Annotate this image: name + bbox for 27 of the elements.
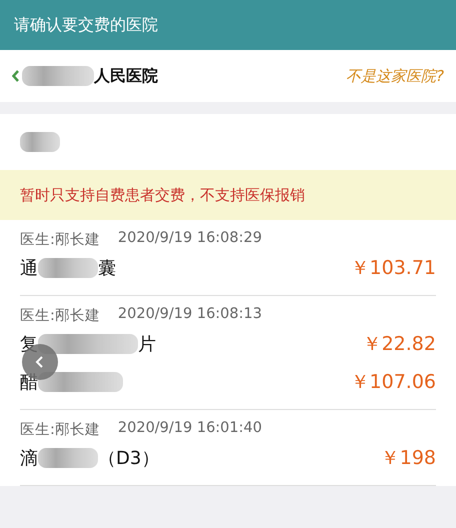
dialog-title: 请确认要交费的医院 [14,14,158,36]
doctor-name: 医生:邴长建 [20,231,100,249]
drug-name: 通 [20,257,38,280]
redaction-blur [22,66,94,86]
drug-name: （D3） [98,447,160,470]
drug-name: 片 [138,333,156,356]
prescription-time: 2020/9/19 16:08:29 [118,230,262,248]
drug-name: 醋 [20,371,38,394]
drug-name: 复 [20,333,38,356]
redaction-blur [38,448,98,468]
redaction-blur [20,132,60,152]
notice-text: 暂时只支持自费患者交费，不支持医保报销 [20,186,305,204]
hospital-name: 人民医院 [94,66,158,86]
drug-name: 囊 [98,257,116,280]
price: ￥107.06 [350,370,436,395]
price: ￥22.82 [362,332,436,357]
drug-name: 滴 [20,447,38,470]
redaction-blur [38,258,98,278]
price: ￥198 [380,446,436,471]
chevron-left-icon[interactable] [12,70,20,82]
change-hospital-link[interactable]: 不是这家医院? [346,66,444,86]
price: ￥103.71 [350,256,436,281]
chevron-left-icon [35,355,45,369]
doctor-name: 医生:邴长建 [20,421,100,439]
prescription-time: 2020/9/19 16:01:40 [118,420,262,438]
doctor-name: 医生:邴长建 [20,307,100,325]
prescription-time: 2020/9/19 16:08:13 [118,306,262,324]
